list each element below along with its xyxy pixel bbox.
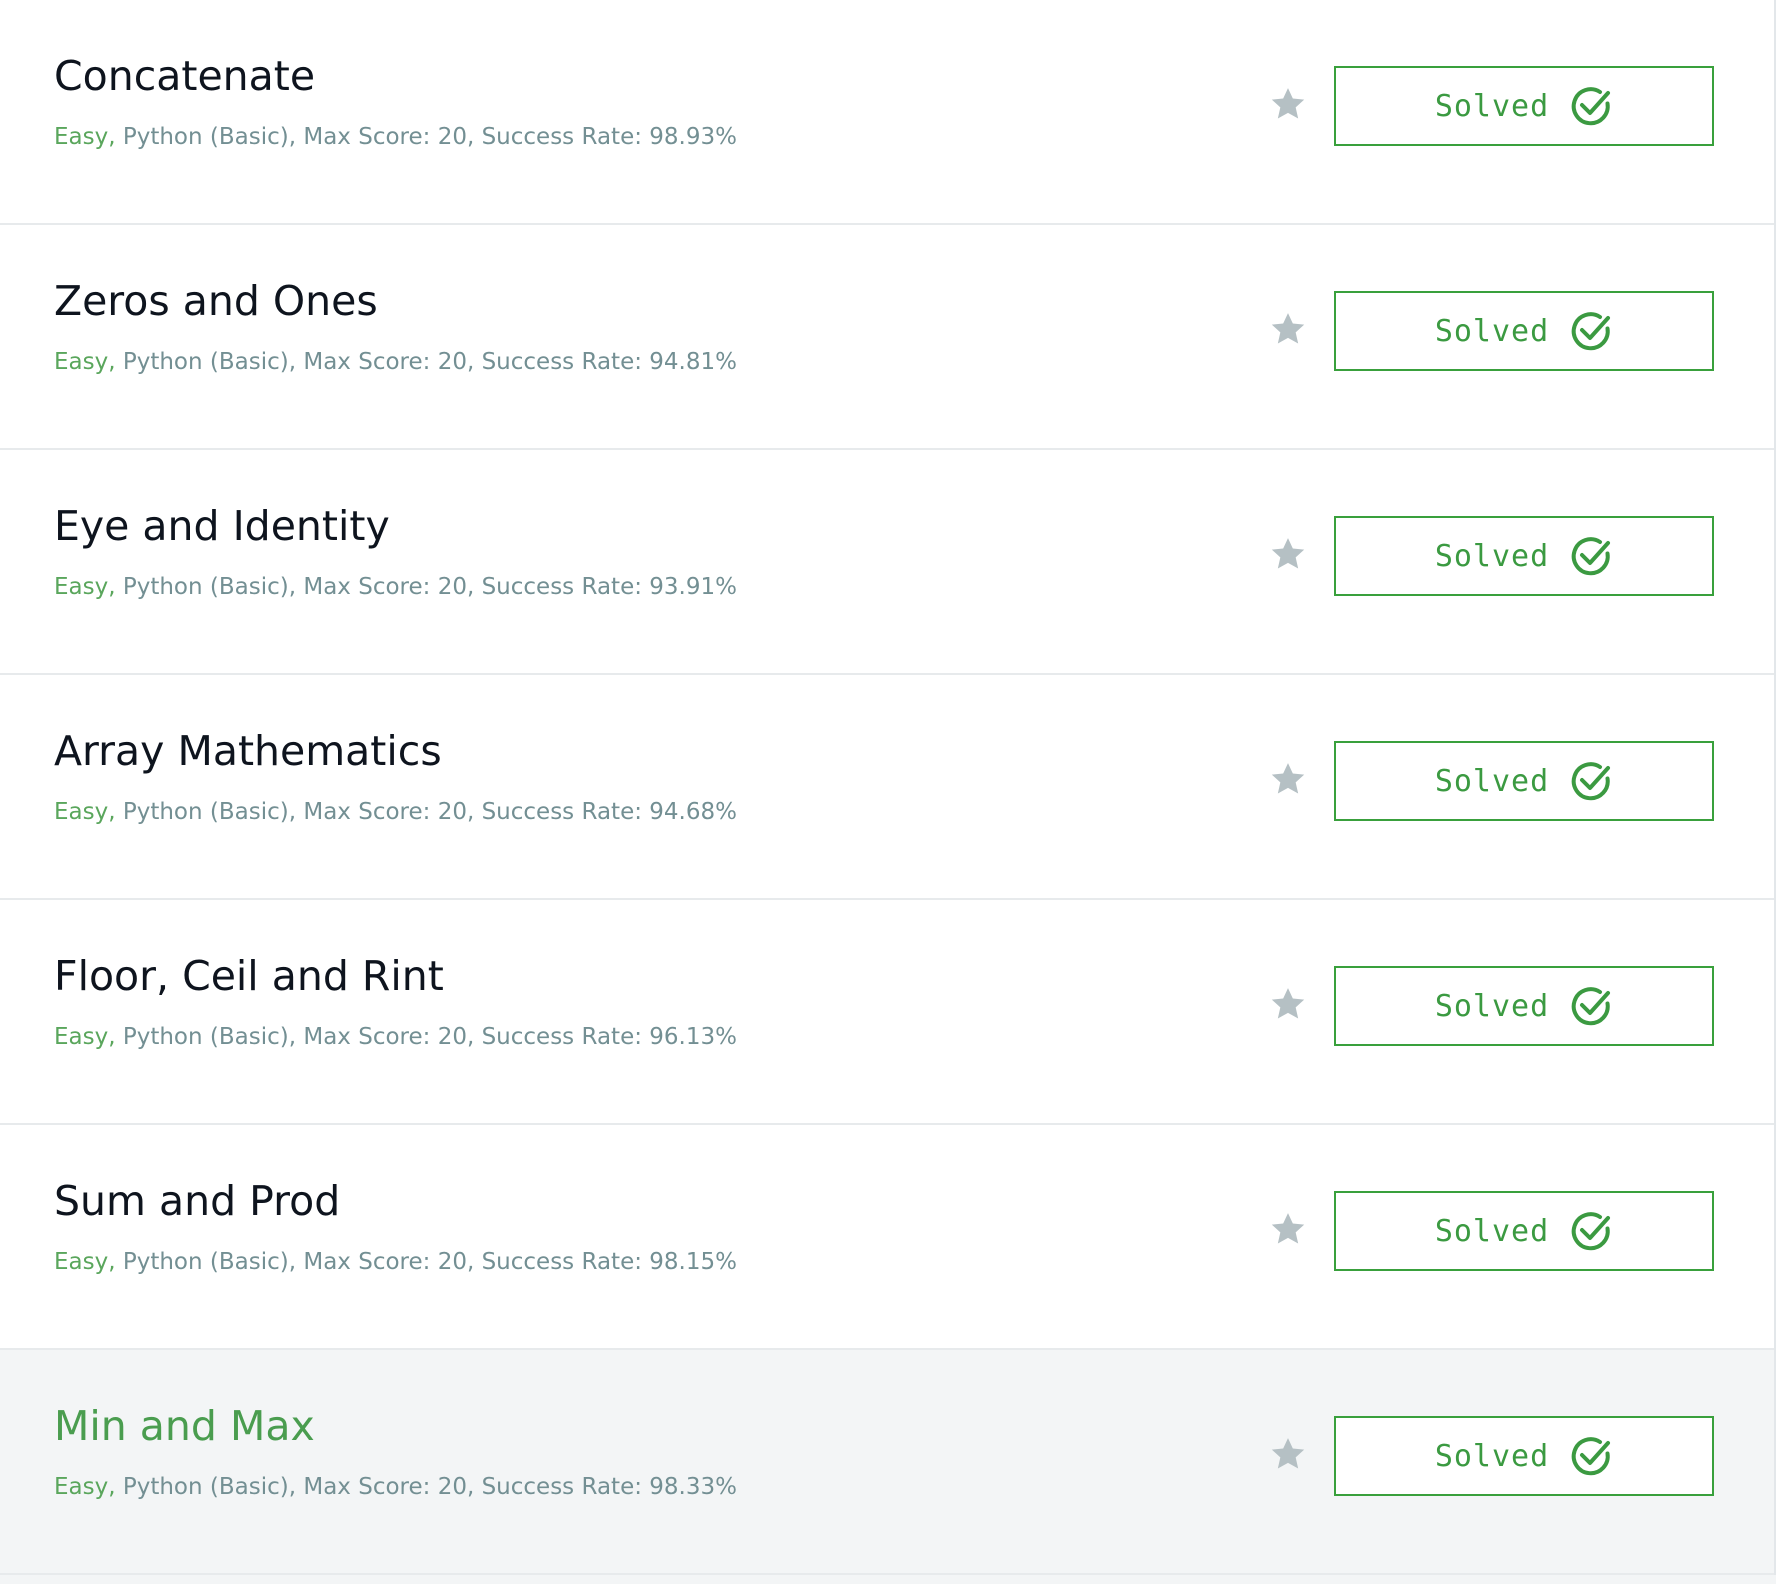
challenge-meta: Easy, Python (Basic), Max Score: 20, Suc… <box>54 574 737 600</box>
challenge-meta: Easy, Python (Basic), Max Score: 20, Suc… <box>54 1249 737 1275</box>
challenge-meta: Easy, Python (Basic), Max Score: 20, Suc… <box>54 1474 737 1500</box>
challenge-title[interactable]: Array Mathematics <box>54 727 442 775</box>
challenge-details: Python (Basic), Max Score: 20, Success R… <box>115 349 737 375</box>
challenge-list: Concatenate Easy, Python (Basic), Max Sc… <box>0 0 1776 1575</box>
challenge-title[interactable]: Zeros and Ones <box>54 277 378 325</box>
challenge-row[interactable]: Eye and Identity Easy, Python (Basic), M… <box>0 450 1774 675</box>
challenge-row-hovered[interactable]: Min and Max Easy, Python (Basic), Max Sc… <box>0 1350 1774 1575</box>
difficulty-label: Easy, <box>54 574 116 600</box>
check-circle-icon <box>1569 534 1613 578</box>
solved-button[interactable]: Solved <box>1334 291 1714 371</box>
challenge-row[interactable]: Zeros and Ones Easy, Python (Basic), Max… <box>0 225 1774 450</box>
challenge-details: Python (Basic), Max Score: 20, Success R… <box>115 799 737 825</box>
challenge-meta: Easy, Python (Basic), Max Score: 20, Suc… <box>54 1024 737 1050</box>
difficulty-label: Easy, <box>54 124 116 150</box>
challenge-title[interactable]: Sum and Prod <box>54 1177 340 1225</box>
check-circle-icon <box>1569 84 1613 128</box>
solved-button[interactable]: Solved <box>1334 516 1714 596</box>
challenge-details: Python (Basic), Max Score: 20, Success R… <box>115 1024 737 1050</box>
check-circle-icon <box>1569 1209 1613 1253</box>
solved-button[interactable]: Solved <box>1334 1191 1714 1271</box>
check-circle-icon <box>1569 984 1613 1028</box>
challenge-meta: Easy, Python (Basic), Max Score: 20, Suc… <box>54 349 737 375</box>
solved-label: Solved <box>1434 763 1550 799</box>
solved-button[interactable]: Solved <box>1334 66 1714 146</box>
solved-label: Solved <box>1434 1213 1550 1249</box>
check-circle-icon <box>1569 309 1613 353</box>
solved-label: Solved <box>1434 1438 1550 1474</box>
challenge-details: Python (Basic), Max Score: 20, Success R… <box>115 1249 737 1275</box>
solved-label: Solved <box>1434 313 1550 349</box>
challenge-details: Python (Basic), Max Score: 20, Success R… <box>115 1474 737 1500</box>
star-icon[interactable] <box>1268 84 1308 124</box>
solved-label: Solved <box>1434 988 1550 1024</box>
challenge-row[interactable]: Sum and Prod Easy, Python (Basic), Max S… <box>0 1125 1774 1350</box>
check-circle-icon <box>1569 1434 1613 1478</box>
challenge-row[interactable]: Array Mathematics Easy, Python (Basic), … <box>0 675 1774 900</box>
challenge-meta: Easy, Python (Basic), Max Score: 20, Suc… <box>54 799 737 825</box>
solved-button[interactable]: Solved <box>1334 966 1714 1046</box>
difficulty-label: Easy, <box>54 1024 116 1050</box>
challenge-details: Python (Basic), Max Score: 20, Success R… <box>115 124 737 150</box>
solved-label: Solved <box>1434 88 1550 124</box>
challenge-details: Python (Basic), Max Score: 20, Success R… <box>115 574 737 600</box>
star-icon[interactable] <box>1268 534 1308 574</box>
solved-button[interactable]: Solved <box>1334 741 1714 821</box>
star-icon[interactable] <box>1268 759 1308 799</box>
challenge-title[interactable]: Floor, Ceil and Rint <box>54 952 444 1000</box>
difficulty-label: Easy, <box>54 799 116 825</box>
star-icon[interactable] <box>1268 309 1308 349</box>
challenge-title[interactable]: Eye and Identity <box>54 502 390 550</box>
star-icon[interactable] <box>1268 1209 1308 1249</box>
challenge-row[interactable]: Floor, Ceil and Rint Easy, Python (Basic… <box>0 900 1774 1125</box>
solved-label: Solved <box>1434 538 1550 574</box>
check-circle-icon <box>1569 759 1613 803</box>
challenge-title[interactable]: Min and Max <box>54 1402 315 1450</box>
challenge-meta: Easy, Python (Basic), Max Score: 20, Suc… <box>54 124 737 150</box>
star-icon[interactable] <box>1268 984 1308 1024</box>
difficulty-label: Easy, <box>54 1474 116 1500</box>
challenge-title[interactable]: Concatenate <box>54 52 315 100</box>
difficulty-label: Easy, <box>54 1249 116 1275</box>
star-icon[interactable] <box>1268 1434 1308 1474</box>
solved-button[interactable]: Solved <box>1334 1416 1714 1496</box>
challenge-row[interactable]: Concatenate Easy, Python (Basic), Max Sc… <box>0 0 1774 225</box>
difficulty-label: Easy, <box>54 349 116 375</box>
